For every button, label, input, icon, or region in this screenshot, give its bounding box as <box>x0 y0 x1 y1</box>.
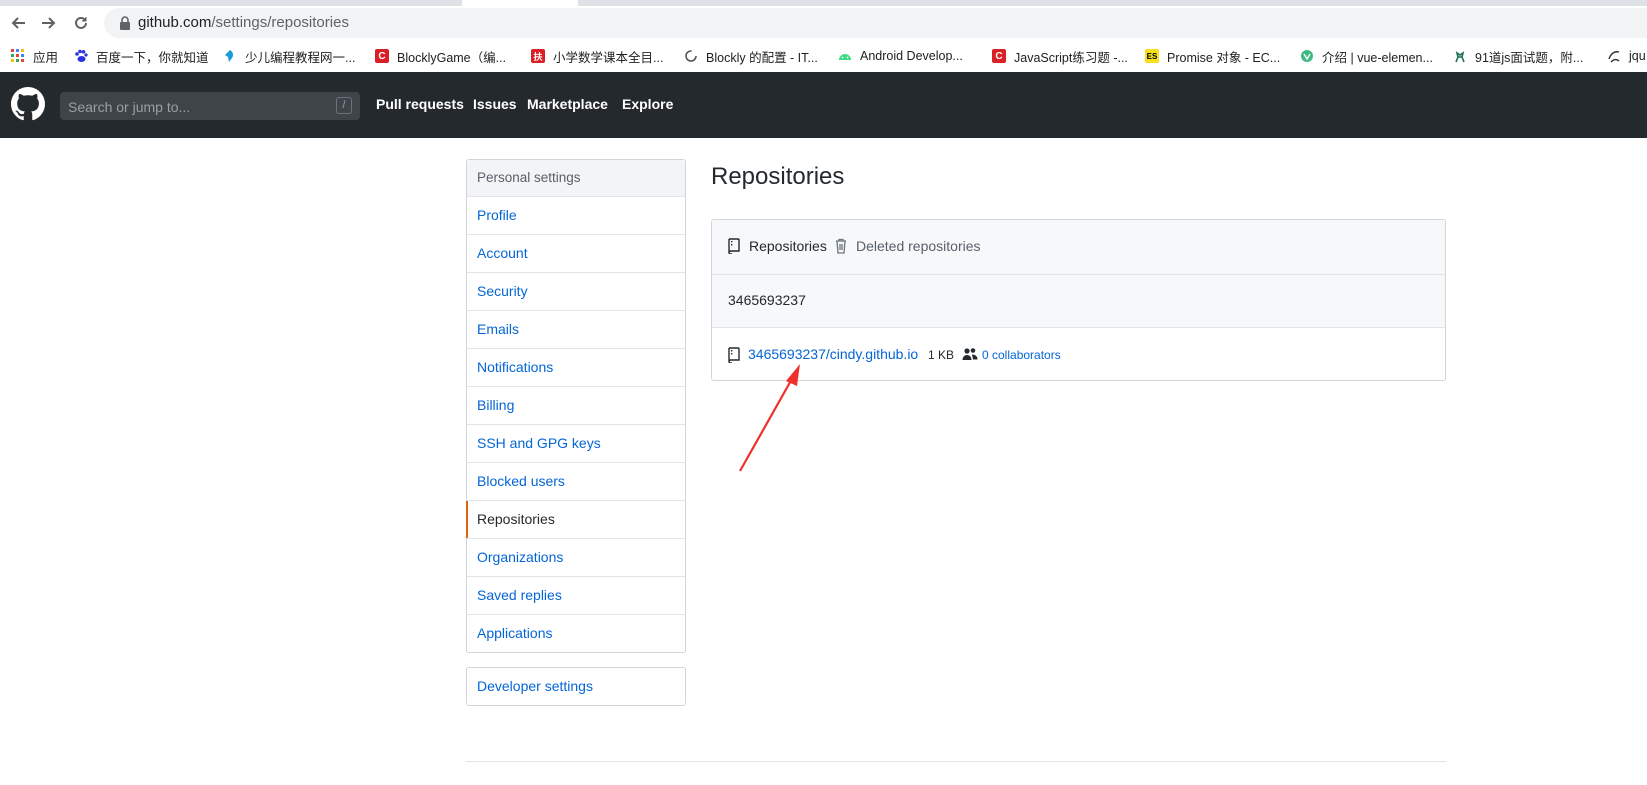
sidebar-item-saved-replies[interactable]: Saved replies <box>467 577 685 615</box>
search-box[interactable]: / <box>60 92 360 122</box>
sidebar-item-billing[interactable]: Billing <box>467 387 685 425</box>
repositories-box: Repositories Deleted repositories 346569… <box>711 219 1446 381</box>
back-arrow-icon[interactable] <box>7 12 29 34</box>
repositories-tabs: Repositories Deleted repositories <box>712 220 1445 275</box>
repo-link[interactable]: 3465693237/cindy.github.io <box>748 346 918 362</box>
browser-toolbar: github.com/settings/repositories <box>0 6 1647 40</box>
collaborators-link[interactable]: 0 collaborators <box>982 348 1061 362</box>
bookmark-label: 百度一下，你就知道 <box>96 50 209 65</box>
bookmark-label: jqu <box>1629 49 1646 63</box>
reload-icon[interactable] <box>70 12 92 34</box>
bookmark-js-interview[interactable]: 91道js面试题，附... <box>1453 47 1583 65</box>
people-icon <box>962 348 978 360</box>
address-url: github.com/settings/repositories <box>138 14 349 31</box>
repo-icon <box>728 347 740 363</box>
c-logo-icon: C <box>992 49 1006 63</box>
bookmark-blocklygame[interactable]: C BlocklyGame（编... <box>375 47 506 65</box>
repo-size: 1 KB <box>928 348 955 362</box>
tab-label: Repositories <box>749 238 827 254</box>
bookmark-math[interactable]: 扶 小学数学课本全目... <box>531 47 663 65</box>
bookmark-baidu[interactable]: 百度一下，你就知道 <box>74 47 209 65</box>
circle-icon <box>684 49 698 63</box>
sidebar-item-emails[interactable]: Emails <box>467 311 685 349</box>
sidebar-item-security[interactable]: Security <box>467 273 685 311</box>
sidebar-item-account[interactable]: Account <box>467 235 685 273</box>
apps-grid-icon <box>11 49 25 63</box>
sidebar-item-notifications[interactable]: Notifications <box>467 349 685 387</box>
settings-sidebar: Personal settings Profile Account Securi… <box>466 159 686 653</box>
android-icon <box>838 49 852 63</box>
baidu-paw-icon <box>74 49 88 63</box>
owner-row: 3465693237 <box>712 275 1445 328</box>
tab-deleted-repositories[interactable]: Deleted repositories <box>834 238 981 254</box>
bookmark-promise[interactable]: ES Promise 对象 - EC... <box>1145 47 1280 65</box>
search-shortcut-key: / <box>336 97 352 114</box>
nav-marketplace[interactable]: Marketplace <box>527 96 608 112</box>
script-icon <box>1607 49 1621 63</box>
footer-divider <box>466 761 1446 762</box>
owner-name: 3465693237 <box>728 292 806 308</box>
bookmark-label: Android Develop... <box>860 49 963 63</box>
bird-icon <box>223 49 237 63</box>
bookmark-js-exercises[interactable]: C JavaScript练习题 -... <box>992 47 1128 65</box>
sidebar-item-organizations[interactable]: Organizations <box>467 539 685 577</box>
es-icon: ES <box>1145 49 1159 63</box>
sidebar-item-ssh-gpg-keys[interactable]: SSH and GPG keys <box>467 425 685 463</box>
bookmark-label: BlocklyGame（编... <box>397 50 507 65</box>
address-bar[interactable]: github.com/settings/repositories <box>104 8 1647 38</box>
bookmark-vue-element[interactable]: 介绍 | vue-elemen... <box>1300 47 1433 65</box>
bookmark-apps[interactable]: 应用 <box>11 47 58 65</box>
page-title: Repositories <box>711 163 845 190</box>
sidebar-item-applications[interactable]: Applications <box>467 615 685 652</box>
vue-icon <box>1300 49 1314 63</box>
bookmark-kids-coding[interactable]: 少儿编程教程网一... <box>223 47 355 65</box>
nav-explore[interactable]: Explore <box>622 96 673 112</box>
bookmark-android[interactable]: Android Develop... <box>838 47 963 65</box>
tab-repositories[interactable]: Repositories <box>727 238 827 254</box>
repo-icon <box>728 238 740 254</box>
bookmark-blockly-config[interactable]: Blockly 的配置 - IT... <box>684 47 818 65</box>
bookmark-label: JavaScript练习题 -... <box>1014 50 1128 65</box>
sidebar-item-developer-settings[interactable]: Developer settings <box>467 668 685 705</box>
search-input[interactable] <box>60 92 330 122</box>
repo-row: 3465693237/cindy.github.io 1 KB 0 collab… <box>712 328 1445 380</box>
nav-issues[interactable]: Issues <box>473 96 517 112</box>
bookmark-label: 91道js面试题，附... <box>1475 50 1584 65</box>
bookmark-label: 小学数学课本全目... <box>553 50 664 65</box>
lock-icon <box>120 16 130 30</box>
url-path: /settings/repositories <box>211 14 349 31</box>
bookmarks-bar: 应用 百度一下，你就知道 少儿编程教程网一... C BlocklyGame（编… <box>0 40 1647 73</box>
forward-arrow-icon[interactable] <box>38 12 60 34</box>
c-logo-icon: C <box>375 49 389 63</box>
sidebar-heading: Personal settings <box>467 160 685 197</box>
tab-label: Deleted repositories <box>856 238 981 254</box>
url-host: github.com <box>138 14 212 31</box>
sidebar-item-repositories[interactable]: Repositories <box>466 501 685 539</box>
developer-settings-menu: Developer settings <box>466 667 686 706</box>
bookmark-label: 介绍 | vue-elemen... <box>1322 50 1433 65</box>
github-logo-icon[interactable] <box>11 87 45 121</box>
bookmark-label: Promise 对象 - EC... <box>1167 50 1281 65</box>
red-square-icon: 扶 <box>531 49 545 63</box>
bookmark-label: 少儿编程教程网一... <box>245 50 356 65</box>
bookmark-label: Blockly 的配置 - IT... <box>706 50 818 65</box>
bookmark-jquery[interactable]: jqu <box>1607 47 1646 65</box>
nav-pull-requests[interactable]: Pull requests <box>376 96 464 112</box>
sidebar-item-profile[interactable]: Profile <box>467 197 685 235</box>
github-header: / Pull requests Issues Marketplace Explo… <box>0 72 1647 138</box>
bookmark-label: 应用 <box>33 50 59 65</box>
trash-icon <box>836 238 846 254</box>
sidebar-item-blocked-users[interactable]: Blocked users <box>467 463 685 501</box>
deer-icon <box>1453 49 1467 63</box>
